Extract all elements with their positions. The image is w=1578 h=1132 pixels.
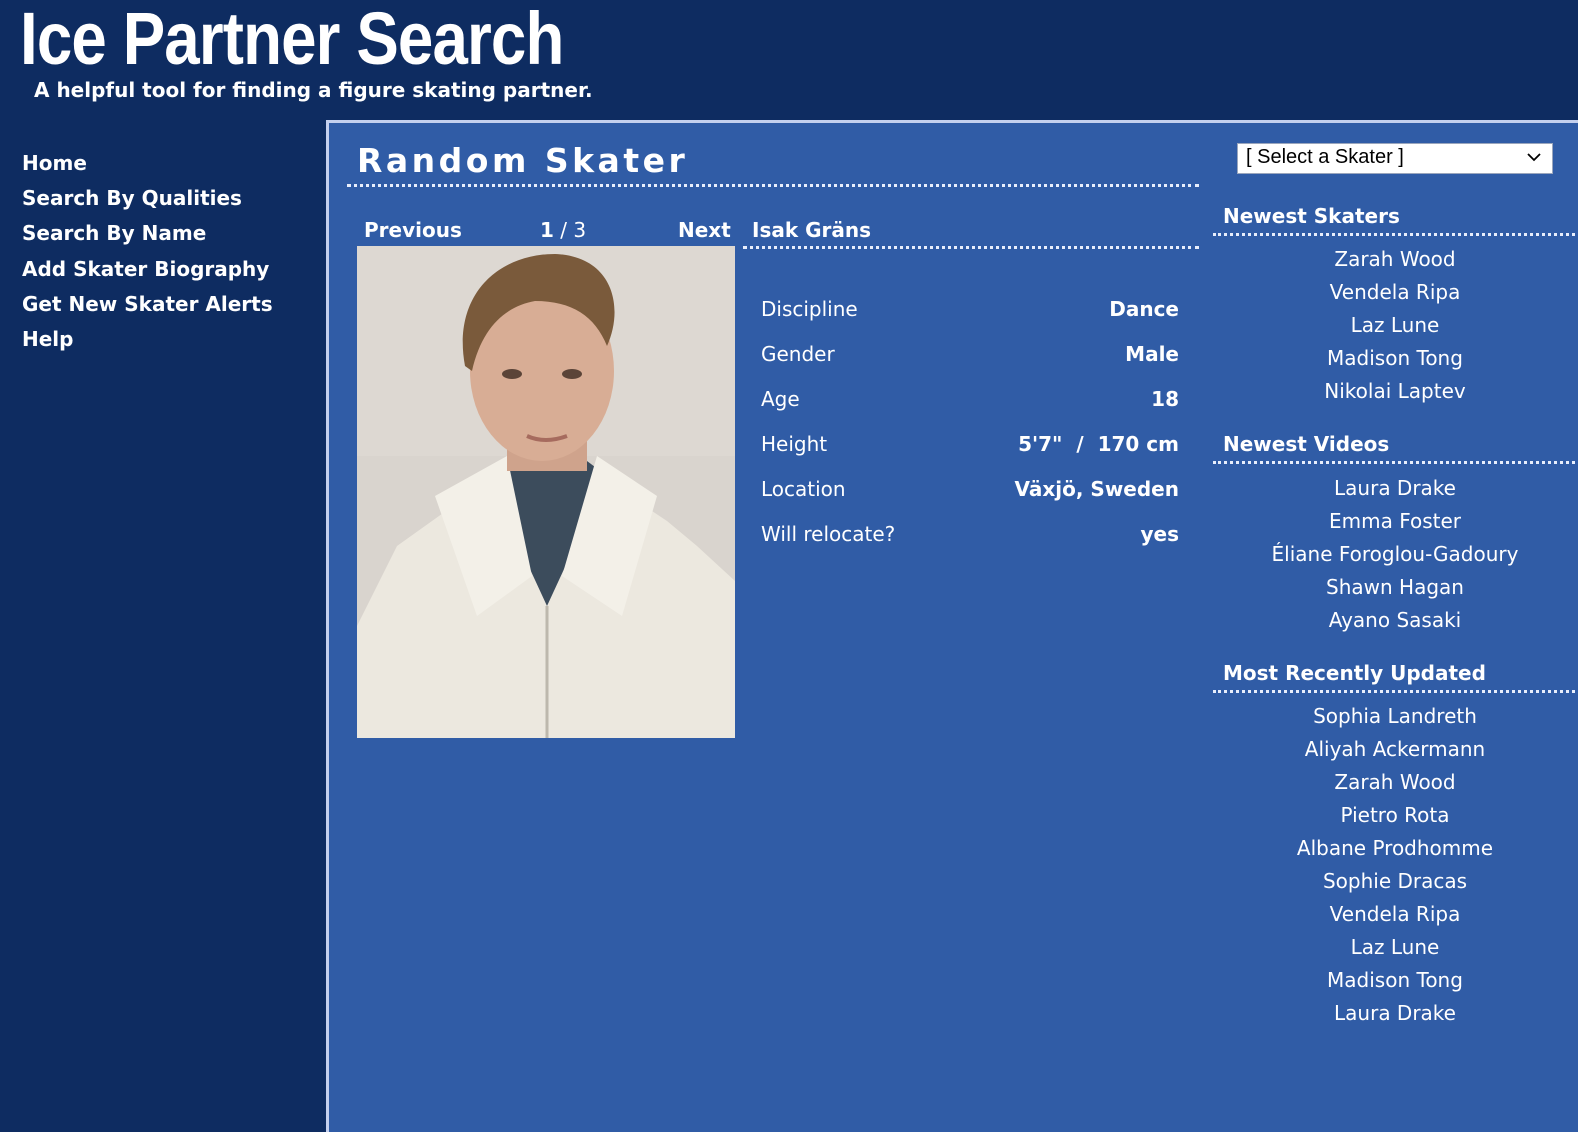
newest-videos-divider [1213, 461, 1578, 464]
recently-updated-heading: Most Recently Updated [1223, 661, 1486, 685]
detail-row-gender: Gender Male [761, 341, 1179, 386]
detail-value: 5'7" / 170 cm [1018, 432, 1179, 456]
nav-help-link[interactable]: Help [22, 322, 312, 357]
detail-row-relocate: Will relocate? yes [761, 521, 1179, 566]
previous-link[interactable]: Previous [364, 217, 462, 243]
newest-video-link[interactable]: Shawn Hagan [1213, 571, 1577, 604]
recently-updated-link[interactable]: Vendela Ripa [1213, 898, 1577, 931]
chevron-down-icon [1527, 153, 1541, 162]
recently-updated-list: Sophia Landreth Aliyah Ackermann Zarah W… [1213, 700, 1577, 1030]
detail-label: Discipline [761, 297, 858, 321]
recently-updated-link[interactable]: Pietro Rota [1213, 799, 1577, 832]
site-title: Ice Partner Search [20, 0, 564, 80]
name-divider [743, 246, 1199, 249]
page-title: Random Skater [357, 141, 689, 180]
nav-get-new-skater-alerts-link[interactable]: Get New Skater Alerts [22, 287, 312, 322]
newest-video-link[interactable]: Emma Foster [1213, 505, 1577, 538]
detail-label: Will relocate? [761, 522, 896, 546]
skater-select[interactable]: [ Select a Skater ] [1237, 143, 1553, 174]
recently-updated-link[interactable]: Laz Lune [1213, 931, 1577, 964]
newest-skater-link[interactable]: Nikolai Laptev [1213, 375, 1577, 408]
detail-label: Location [761, 477, 846, 501]
detail-row-height: Height 5'7" / 170 cm [761, 431, 1179, 476]
recently-updated-link[interactable]: Zarah Wood [1213, 766, 1577, 799]
left-nav: Home Search By Qualities Search By Name … [22, 146, 312, 357]
detail-row-location: Location Växjö, Sweden [761, 476, 1179, 521]
detail-label: Gender [761, 342, 835, 366]
recently-updated-link[interactable]: Albane Prodhomme [1213, 832, 1577, 865]
skater-photo [357, 246, 735, 738]
detail-row-discipline: Discipline Dance [761, 296, 1179, 341]
recently-updated-link[interactable]: Sophie Dracas [1213, 865, 1577, 898]
pager-current: 1 [540, 218, 554, 242]
content-panel: Random Skater Previous 1 / 3 Next Isak G… [326, 120, 1578, 1132]
skater-portrait-image [357, 246, 735, 738]
recently-updated-link[interactable]: Aliyah Ackermann [1213, 733, 1577, 766]
detail-value: 18 [1151, 387, 1179, 411]
skater-details: Discipline Dance Gender Male Age 18 Heig… [761, 296, 1179, 566]
newest-video-link[interactable]: Ayano Sasaki [1213, 604, 1577, 637]
newest-skater-link[interactable]: Madison Tong [1213, 342, 1577, 375]
newest-videos-list: Laura Drake Emma Foster Éliane Foroglou-… [1213, 472, 1577, 637]
next-link[interactable]: Next [678, 217, 731, 243]
pager-total: 3 [573, 218, 587, 242]
pager-counter: 1 / 3 [540, 217, 586, 243]
nav-home-link[interactable]: Home [22, 146, 312, 181]
detail-label: Age [761, 387, 800, 411]
site-tagline: A helpful tool for finding a figure skat… [34, 78, 593, 102]
recently-updated-divider [1213, 690, 1578, 693]
nav-add-skater-biography-link[interactable]: Add Skater Biography [22, 252, 312, 287]
newest-videos-heading: Newest Videos [1223, 432, 1390, 456]
detail-row-age: Age 18 [761, 386, 1179, 431]
skater-select-value: [ Select a Skater ] [1246, 146, 1404, 168]
newest-skaters-heading: Newest Skaters [1223, 204, 1400, 228]
detail-label: Height [761, 432, 828, 456]
nav-search-by-qualities-link[interactable]: Search By Qualities [22, 181, 312, 216]
detail-value: Male [1125, 342, 1179, 366]
detail-value: yes [1140, 522, 1179, 546]
newest-skater-link[interactable]: Zarah Wood [1213, 243, 1577, 276]
newest-skaters-list: Zarah Wood Vendela Ripa Laz Lune Madison… [1213, 243, 1577, 408]
nav-search-by-name-link[interactable]: Search By Name [22, 216, 312, 251]
skater-name: Isak Gräns [752, 218, 872, 242]
pager-separator: / [553, 218, 574, 242]
detail-value: Växjö, Sweden [1014, 477, 1179, 501]
recently-updated-link[interactable]: Madison Tong [1213, 964, 1577, 997]
newest-skaters-divider [1213, 233, 1578, 236]
newest-video-link[interactable]: Éliane Foroglou-Gadoury [1213, 538, 1577, 571]
newest-video-link[interactable]: Laura Drake [1213, 472, 1577, 505]
newest-skater-link[interactable]: Laz Lune [1213, 309, 1577, 342]
recently-updated-link[interactable]: Laura Drake [1213, 997, 1577, 1030]
detail-value: Dance [1109, 297, 1179, 321]
recently-updated-link[interactable]: Sophia Landreth [1213, 700, 1577, 733]
newest-skater-link[interactable]: Vendela Ripa [1213, 276, 1577, 309]
heading-divider [347, 184, 1199, 187]
